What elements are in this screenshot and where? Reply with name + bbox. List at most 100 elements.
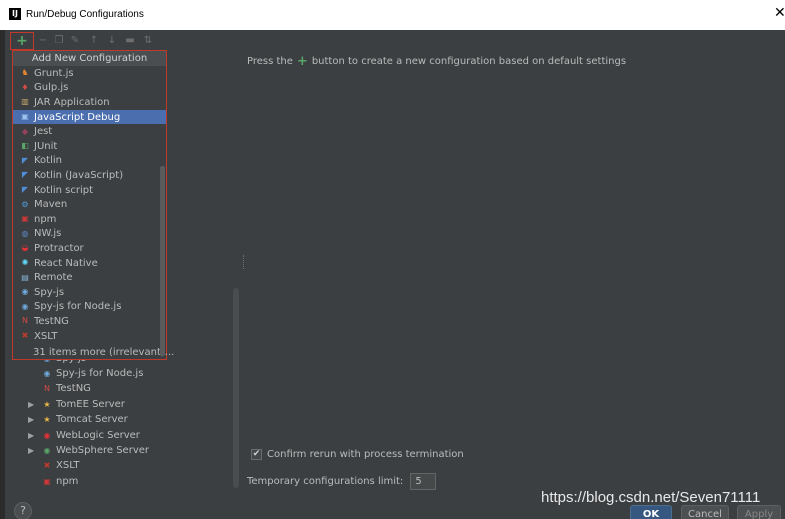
popup-item-spy-js-node[interactable]: ◉ Spy-js for Node.js — [13, 300, 166, 315]
popup-item-kotlin[interactable]: ◤ Kotlin — [13, 154, 166, 169]
xslt-icon: ✖ — [43, 460, 51, 470]
help-button[interactable]: ? — [14, 502, 32, 519]
folder-icon[interactable]: ▬ — [123, 34, 137, 48]
popup-item-protractor[interactable]: ◒ Protractor — [13, 241, 166, 256]
kotlin-icon: ◤ — [21, 155, 29, 165]
tree-item[interactable]: ▶ ★ Tomcat Server — [28, 412, 128, 427]
watermark-text: https://blog.csdn.net/Seven71111 — [541, 489, 761, 506]
popup-item-nwjs[interactable]: ◍ NW.js — [13, 227, 166, 242]
tree-item[interactable]: ▶ ★ TomEE Server — [28, 397, 125, 412]
popup-header: Add New Configuration — [13, 51, 166, 66]
close-icon[interactable]: ✕ — [774, 6, 785, 20]
popup-item-label: Kotlin — [34, 155, 62, 167]
popup-item-label: Kotlin (JavaScript) — [34, 169, 124, 181]
popup-item-jest[interactable]: ◆ Jest — [13, 124, 166, 139]
testng-icon: N — [22, 316, 28, 326]
title-bar: IJ Run/Debug Configurations ✕ — [0, 0, 785, 30]
popup-item-maven[interactable]: ⚙ Maven — [13, 197, 166, 212]
remove-icon[interactable]: − — [36, 34, 50, 48]
expand-arrow-icon[interactable]: ▶ — [28, 400, 38, 409]
expand-arrow-icon[interactable]: ▶ — [28, 415, 38, 424]
move-down-icon[interactable]: ↓ — [105, 34, 119, 48]
popup-more-items[interactable]: 31 items more (irrelevant)... — [33, 347, 174, 358]
react-icon: ✺ — [21, 258, 29, 268]
kotlin-js-icon: ◤ — [21, 170, 29, 180]
sort-icon[interactable]: ⇅ — [141, 34, 155, 48]
confirm-rerun-option[interactable]: ✔ Confirm rerun with process termination — [251, 449, 464, 460]
popup-item-label: Maven — [34, 199, 68, 211]
tomee-icon: ★ — [43, 399, 51, 409]
popup-item-kotlin-javascript[interactable]: ◤ Kotlin (JavaScript) — [13, 168, 166, 183]
maven-icon: ⚙ — [21, 199, 29, 209]
config-toolbar: + − ❐ ✎ ↑ ↓ ▬ ⇅ — [10, 32, 170, 50]
popup-item-npm[interactable]: ▣ npm — [13, 212, 166, 227]
popup-item-react-native[interactable]: ✺ React Native — [13, 256, 166, 271]
popup-item-testng[interactable]: N TestNG — [13, 314, 166, 329]
grunt-icon: ♞ — [21, 68, 29, 78]
tree-item[interactable]: ✖ XSLT — [28, 458, 80, 473]
popup-item-junit[interactable]: ◧ JUnit — [13, 139, 166, 154]
js-debug-icon: ▣ — [21, 112, 29, 122]
npm-icon: ▣ — [21, 214, 29, 224]
tree-item-label: WebLogic Server — [56, 430, 140, 441]
add-configuration-popup: Add New Configuration ♞ Grunt.js ♦ Gulp.… — [12, 50, 174, 360]
confirm-rerun-checkbox[interactable]: ✔ — [251, 449, 262, 460]
expand-arrow-icon[interactable]: ▶ — [28, 431, 38, 440]
temp-config-limit-input[interactable] — [410, 473, 437, 490]
tree-item[interactable]: ▶ ◉ WebLogic Server — [28, 428, 140, 443]
testng-icon: N — [44, 383, 50, 393]
npm-icon: ▣ — [43, 476, 51, 486]
hint-text-after: button to create a new configuration bas… — [311, 56, 627, 67]
tomcat-icon: ★ — [43, 414, 51, 424]
apply-button[interactable]: Apply — [737, 505, 781, 519]
popup-item-kotlin-script[interactable]: ◤ Kotlin script — [13, 183, 166, 198]
intellij-app-icon: IJ — [9, 8, 21, 20]
window-title: Run/Debug Configurations — [26, 9, 144, 20]
weblogic-icon: ◉ — [43, 430, 51, 440]
left-edge-strip — [0, 30, 5, 519]
panel-splitter[interactable] — [243, 255, 245, 269]
move-up-icon[interactable]: ↑ — [87, 34, 101, 48]
tree-item-label: TestNG — [56, 383, 91, 394]
popup-item-jar-application[interactable]: ▥ JAR Application — [13, 95, 166, 110]
hint-text-before: Press the — [247, 56, 293, 67]
tree-item[interactable]: N TestNG — [28, 381, 91, 396]
popup-item-label: Gulp.js — [34, 82, 69, 94]
tree-item-label: npm — [56, 476, 79, 487]
add-icon: + — [296, 54, 308, 69]
jest-icon: ◆ — [21, 126, 29, 136]
xslt-icon: ✖ — [21, 331, 29, 341]
tree-scrollbar[interactable] — [233, 288, 239, 488]
add-configuration-button[interactable]: + — [10, 32, 34, 50]
edit-defaults-icon[interactable]: ✎ — [68, 34, 82, 48]
tree-item-label: XSLT — [56, 460, 80, 471]
popup-item-label: JUnit — [34, 140, 58, 152]
spyjs-node-icon: ◉ — [43, 368, 51, 378]
copy-icon[interactable]: ❐ — [52, 34, 66, 48]
popup-item-xslt[interactable]: ✖ XSLT — [13, 329, 166, 344]
popup-item-spy-js[interactable]: ◉ Spy-js — [13, 285, 166, 300]
popup-item-label: Kotlin script — [34, 184, 94, 196]
tree-item[interactable]: ◉ Spy-js for Node.js — [28, 366, 144, 381]
tree-item-label: TomEE Server — [56, 399, 125, 410]
popup-scrollbar[interactable] — [160, 166, 165, 356]
popup-item-javascript-debug[interactable]: ▣ JavaScript Debug — [13, 109, 166, 125]
popup-item-gulp[interactable]: ♦ Gulp.js — [13, 81, 166, 96]
popup-item-label: Spy-js for Node.js — [34, 301, 122, 313]
confirm-rerun-label: Confirm rerun with process termination — [267, 449, 464, 460]
tree-item[interactable]: ▣ npm — [28, 474, 78, 489]
ok-button[interactable]: OK — [630, 505, 672, 519]
junit-icon: ◧ — [21, 141, 29, 151]
kotlin-script-icon: ◤ — [21, 185, 29, 195]
gulp-icon: ♦ — [21, 82, 29, 92]
tree-item[interactable]: ▶ ◉ WebSphere Server — [28, 443, 149, 458]
spyjs-node-icon: ◉ — [21, 301, 29, 311]
popup-item-label: npm — [34, 213, 57, 225]
popup-item-grunt[interactable]: ♞ Grunt.js — [13, 66, 166, 81]
popup-item-label: Spy-js — [34, 286, 65, 298]
popup-item-label: XSLT — [34, 330, 58, 342]
popup-item-remote[interactable]: ▤ Remote — [13, 270, 166, 285]
tree-item-label: Spy-js for Node.js — [56, 368, 144, 379]
expand-arrow-icon[interactable]: ▶ — [28, 446, 38, 455]
cancel-button[interactable]: Cancel — [681, 505, 729, 519]
